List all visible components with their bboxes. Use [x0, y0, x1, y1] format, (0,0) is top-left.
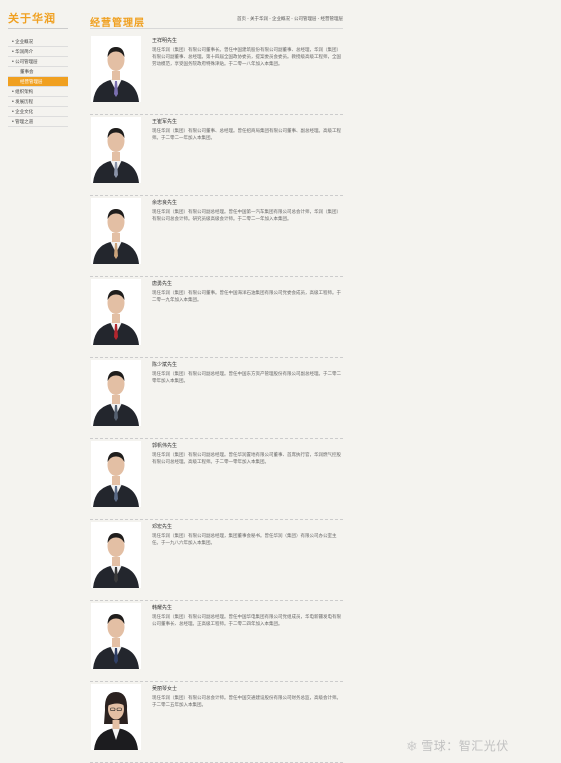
sidebar-item[interactable]: 华润简介 [8, 47, 68, 57]
executive-name: 王崔军先生 [152, 119, 178, 125]
executive-name: 邓宏先生 [152, 524, 173, 530]
executive-bio: 现任华润（集团）有限公司董事、总经理。曾任招商局集团有限公司董事、副总经理。高级… [152, 128, 341, 141]
executive-bio: 现任华润（集团）有限公司董事。曾任中国海洋石油集团有限公司党委会成员，高级工程师… [152, 290, 341, 303]
executive-info: 韩耀先生现任华润（集团）有限公司副总经理。曾任中国华电集团有限公司党组成员，华电… [152, 604, 342, 627]
snowball-logo-icon: ❄ [406, 738, 419, 755]
executive-info: 唐勇先生现任华润（集团）有限公司董事。曾任中国海洋石油集团有限公司党委会成员，高… [152, 280, 342, 303]
executive-name: 韩耀先生 [152, 605, 173, 611]
executive-photo [91, 360, 141, 426]
sidebar-item[interactable]: 董事会 [8, 67, 68, 77]
executive-bio: 现任华润（集团）有限公司总会计师。曾任中国交通建设股份有限公司财务总监，高级会计… [152, 695, 341, 708]
executive-entry: 唐勇先生现任华润（集团）有限公司董事。曾任中国海洋石油集团有限公司党委会成员，高… [90, 277, 343, 358]
sidebar-item[interactable]: 企业概况 [8, 37, 68, 47]
watermark-text: 雪球：智汇光伏 [421, 739, 509, 753]
executive-info: 郭帆伟先生现任华润（集团）有限公司副总经理。曾任华润置地有限公司董事、首席执行官… [152, 442, 342, 465]
sidebar: 关于华润 企业概况华润简介公司管理层董事会经营管理层组织架构发展历程企业文化管理… [8, 10, 68, 127]
breadcrumb[interactable]: 首页 - 关于华润 - 企业概况 - 公司管理层 - 经营管理层 [230, 16, 343, 22]
executive-photo [91, 279, 141, 345]
executive-bio: 现任华润（集团）有限公司副总经理。曾任中国华电集团有限公司党组成员，华电新疆发电… [152, 614, 341, 627]
executive-entry: 吴丽琴女士现任华润（集团）有限公司总会计师。曾任中国交通建设股份有限公司财务总监… [90, 682, 343, 763]
sidebar-item[interactable]: 管理之道 [8, 117, 68, 127]
executive-info: 陈少斌先生现任华润（集团）有限公司副总经理。曾任中国东方资产管理股份有限公司副总… [152, 361, 342, 384]
executive-info: 吴丽琴女士现任华润（集团）有限公司总会计师。曾任中国交通建设股份有限公司财务总监… [152, 685, 342, 708]
executive-name: 陈少斌先生 [152, 362, 178, 368]
sidebar-title: 关于华润 [8, 10, 68, 29]
executive-photo [91, 603, 141, 669]
executive-name: 余忠良先生 [152, 200, 178, 206]
executive-bio: 现任华润（集团）有限公司副总经理。曾任中国第一汽车集团有限公司总会计师，华润（集… [152, 209, 341, 222]
executive-photo [91, 198, 141, 264]
executive-photo [91, 36, 141, 102]
sidebar-item[interactable]: 企业文化 [8, 107, 68, 117]
executive-bio: 现任华润（集团）有限公司董事长。曾任中国建筑股份有限公司副董事、总经理，华润（集… [152, 47, 341, 67]
executive-photo [91, 441, 141, 507]
executive-bio: 现任华润（集团）有限公司副总经理。曾任中国东方资产管理股份有限公司副总经理。于二… [152, 371, 341, 384]
executive-entry: 韩耀先生现任华润（集团）有限公司副总经理。曾任中国华电集团有限公司党组成员，华电… [90, 601, 343, 682]
executive-photo [91, 684, 141, 750]
executive-info: 王崔军先生现任华润（集团）有限公司董事、总经理。曾任招商局集团有限公司董事、副总… [152, 118, 342, 141]
executive-bio: 现任华润（集团）有限公司副总经理，集团董事会秘书。曾任华润（集团）有限公司办公室… [152, 533, 337, 546]
executive-bio: 现任华润（集团）有限公司副总经理。曾任华润置地有限公司董事、首席执行官，华润燃气… [152, 452, 341, 465]
executive-entry: 余忠良先生现任华润（集团）有限公司副总经理。曾任中国第一汽车集团有限公司总会计师… [90, 196, 343, 277]
watermark: ❄ 雪球：智汇光伏 [406, 737, 509, 755]
executive-info: 邓宏先生现任华润（集团）有限公司副总经理，集团董事会秘书。曾任华润（集团）有限公… [152, 523, 342, 546]
sidebar-item[interactable]: 发展历程 [8, 97, 68, 107]
executive-photo [91, 522, 141, 588]
page-title: 经营管理层 [90, 18, 145, 29]
executive-info: 余忠良先生现任华润（集团）有限公司副总经理。曾任中国第一汽车集团有限公司总会计师… [152, 199, 342, 222]
executive-list: 王祥明先生现任华润（集团）有限公司董事长。曾任中国建筑股份有限公司副董事、总经理… [90, 34, 343, 763]
executive-entry: 邓宏先生现任华润（集团）有限公司副总经理，集团董事会秘书。曾任华润（集团）有限公… [90, 520, 343, 601]
executive-name: 王祥明先生 [152, 38, 178, 44]
executive-name: 唐勇先生 [152, 281, 173, 287]
sidebar-item[interactable]: 经营管理层 [8, 77, 68, 87]
executive-entry: 陈少斌先生现任华润（集团）有限公司副总经理。曾任中国东方资产管理股份有限公司副总… [90, 358, 343, 439]
executive-photo [91, 117, 141, 183]
sidebar-item[interactable]: 公司管理层 [8, 57, 68, 67]
executive-entry: 王祥明先生现任华润（集团）有限公司董事长。曾任中国建筑股份有限公司副董事、总经理… [90, 34, 343, 115]
executive-entry: 郭帆伟先生现任华润（集团）有限公司副总经理。曾任华润置地有限公司董事、首席执行官… [90, 439, 343, 520]
sidebar-item[interactable]: 组织架构 [8, 87, 68, 97]
executive-info: 王祥明先生现任华润（集团）有限公司董事长。曾任中国建筑股份有限公司副董事、总经理… [152, 37, 342, 68]
executive-name: 郭帆伟先生 [152, 443, 178, 449]
executive-name: 吴丽琴女士 [152, 686, 178, 692]
sidebar-nav: 企业概况华润简介公司管理层董事会经营管理层组织架构发展历程企业文化管理之道 [8, 37, 68, 127]
executive-entry: 王崔军先生现任华润（集团）有限公司董事、总经理。曾任招商局集团有限公司董事、副总… [90, 115, 343, 196]
title-divider [90, 28, 343, 29]
